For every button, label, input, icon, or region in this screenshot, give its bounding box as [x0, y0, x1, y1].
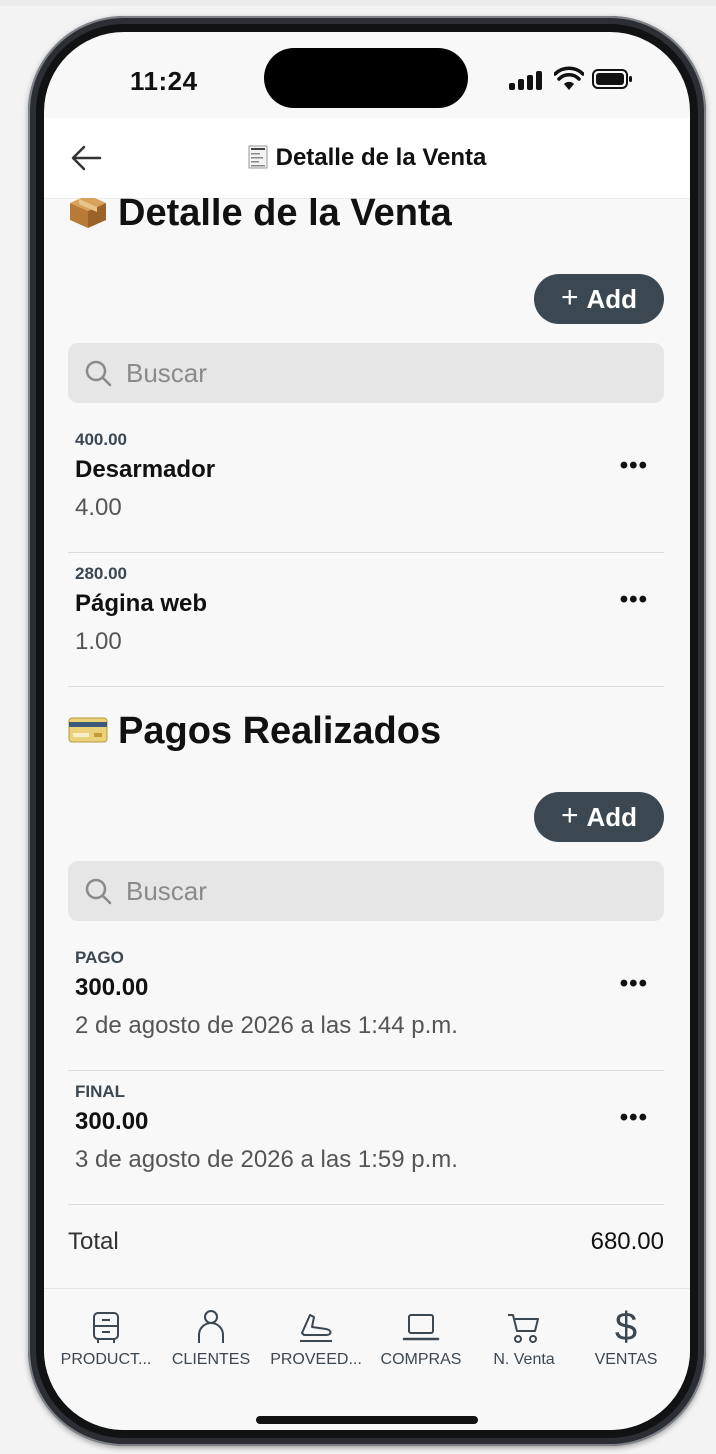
- window-top-strip: [0, 0, 716, 6]
- package-icon: [70, 198, 106, 228]
- total-label: Total: [68, 1228, 119, 1255]
- more-options-icon[interactable]: •••: [620, 586, 648, 614]
- payment-amount: 300.00: [75, 1108, 149, 1135]
- items-section-title: Detalle de la Venta: [68, 198, 452, 235]
- item-row[interactable]: 280.00 Página web 1.00 •••: [68, 552, 664, 687]
- content-scroll[interactable]: Detalle de la Venta + Add Buscar 400.00 …: [44, 198, 690, 1288]
- tab-nueva-venta[interactable]: N. Venta: [474, 1307, 574, 1369]
- tab-ventas[interactable]: $ VENTAS: [576, 1307, 676, 1369]
- tab-proveedores[interactable]: PROVEED...: [266, 1307, 366, 1369]
- item-quantity: 4.00: [75, 494, 122, 521]
- plus-icon: +: [560, 281, 579, 314]
- item-name: Desarmador: [75, 456, 216, 483]
- tab-compras[interactable]: COMPRAS: [371, 1307, 471, 1369]
- add-item-button[interactable]: + Add: [534, 274, 664, 324]
- payments-search-input[interactable]: Buscar: [68, 861, 664, 921]
- total-value: 680.00: [590, 1228, 664, 1255]
- total-row: Total 680.00: [68, 1228, 664, 1256]
- search-icon: [85, 360, 112, 387]
- status-time: 11:24: [130, 66, 198, 96]
- tab-label: VENTAS: [594, 1351, 658, 1368]
- item-name: Página web: [75, 590, 208, 617]
- home-indicator: [256, 1416, 478, 1424]
- add-item-button-label: Add: [586, 283, 638, 314]
- payment-date: 2 de agosto de 2026 a las 1:44 p.m.: [75, 1012, 458, 1039]
- items-section-title-text: Detalle de la Venta: [118, 198, 452, 234]
- item-price: 400.00: [75, 430, 127, 449]
- item-row[interactable]: 400.00 Desarmador 4.00 •••: [68, 418, 664, 553]
- dollar-icon: $: [614, 1305, 638, 1349]
- cart-icon: [508, 1314, 539, 1343]
- payment-row[interactable]: PAGO 300.00 2 de agosto de 2026 a las 1:…: [68, 936, 664, 1071]
- item-price: 280.00: [75, 564, 127, 583]
- tab-label: COMPRAS: [380, 1351, 462, 1368]
- items-search-placeholder: Buscar: [126, 358, 207, 388]
- credit-card-icon: [68, 717, 108, 743]
- item-quantity: 1.00: [75, 628, 122, 655]
- payments-section-title: Pagos Realizados: [68, 710, 441, 753]
- payment-date: 3 de agosto de 2026 a las 1:59 p.m.: [75, 1146, 458, 1173]
- person-icon: [198, 1310, 224, 1343]
- tab-productos[interactable]: PRODUCT...: [56, 1307, 156, 1369]
- tab-label: N. Venta: [493, 1351, 555, 1368]
- payments-section-title-text: Pagos Realizados: [118, 710, 442, 752]
- archive-icon: [93, 1312, 119, 1343]
- nav-title: Detalle de la Venta: [44, 144, 690, 172]
- add-payment-button-label: Add: [586, 801, 638, 832]
- tab-clientes[interactable]: CLIENTES: [161, 1307, 261, 1369]
- laptop-icon: [402, 1314, 440, 1341]
- wifi-icon: [554, 66, 584, 90]
- add-payment-button[interactable]: + Add: [534, 792, 664, 842]
- tab-label: PROVEED...: [270, 1351, 362, 1368]
- payments-search-placeholder: Buscar: [126, 876, 207, 906]
- navigation-bar: Detalle de la Venta: [44, 118, 690, 199]
- signal-icon: [509, 70, 545, 90]
- phone-screen: 11:24 Detalle de la Venta Detalle de la …: [44, 32, 690, 1430]
- battery-icon: [592, 69, 632, 89]
- nav-title-text: Detalle de la Venta: [275, 144, 487, 171]
- plus-icon: +: [560, 799, 579, 832]
- search-icon: [85, 878, 112, 905]
- payment-type: PAGO: [75, 948, 124, 967]
- payment-type: FINAL: [75, 1082, 126, 1101]
- payment-row[interactable]: FINAL 300.00 3 de agosto de 2026 a las 1…: [68, 1070, 664, 1205]
- items-search-input[interactable]: Buscar: [68, 343, 664, 403]
- more-options-icon[interactable]: •••: [620, 452, 648, 480]
- tab-label: PRODUCT...: [60, 1351, 152, 1368]
- more-options-icon[interactable]: •••: [620, 1104, 648, 1132]
- dynamic-island: [264, 48, 468, 108]
- tab-bar: PRODUCT... CLIENTES PROVEED... COMPRAS N…: [44, 1288, 690, 1430]
- plane-icon: [300, 1314, 332, 1342]
- tab-label: CLIENTES: [171, 1351, 251, 1368]
- receipt-icon: [248, 145, 268, 169]
- more-options-icon[interactable]: •••: [620, 970, 648, 998]
- payment-amount: 300.00: [75, 974, 149, 1001]
